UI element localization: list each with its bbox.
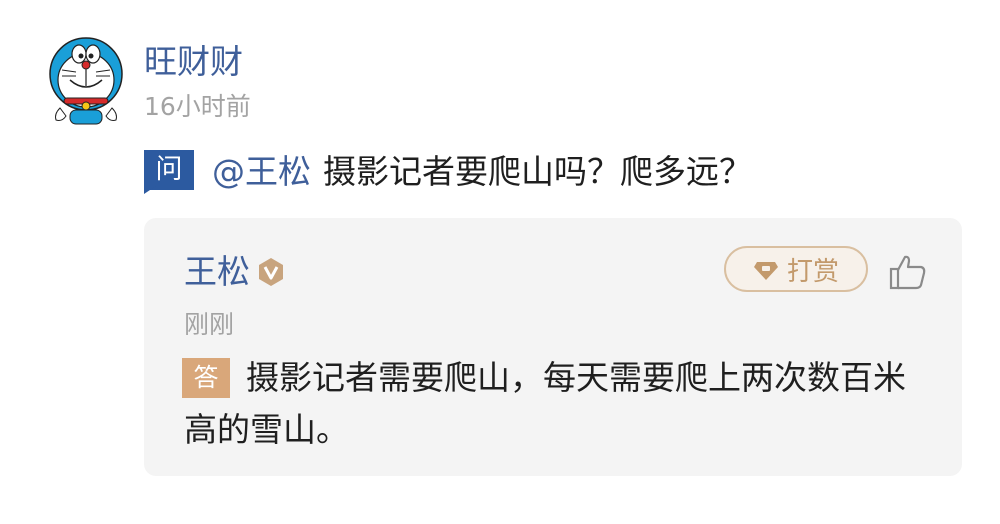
answerer-name[interactable]: 王松 — [184, 248, 250, 296]
answer-card: 王松 打赏 刚刚 答 摄影记者需要爬山，每天需要爬上两次数百米高的雪山。 — [144, 218, 962, 476]
author-name[interactable]: 旺财财 — [144, 38, 243, 86]
answer-time: 刚刚 — [184, 310, 235, 339]
question-badge-label: 问 — [155, 154, 183, 185]
question-mention[interactable]: @王松 — [212, 152, 311, 191]
question-badge: 问 — [144, 150, 196, 194]
answerer-row: 王松 — [184, 248, 286, 296]
question-line: @王松 摄影记者要爬山吗？爬多远？ — [212, 148, 752, 196]
verified-v-icon — [259, 258, 283, 286]
question-text: 摄影记者要爬山吗？爬多远？ — [323, 152, 752, 191]
doraemon-avatar-icon[interactable] — [44, 34, 128, 126]
post-time: 16小时前 — [144, 92, 251, 121]
thumbs-up-icon[interactable] — [888, 252, 928, 292]
tip-button[interactable]: 打赏 — [724, 246, 868, 292]
qa-post: 旺财财 16小时前 问 @王松 摄影记者要爬山吗？爬多远？ 王松 打赏 刚刚 答… — [0, 0, 1000, 524]
tip-label: 打赏 — [786, 256, 839, 287]
gem-icon — [753, 262, 778, 280]
answer-text: 摄影记者需要爬山，每天需要爬上两次数百米高的雪山。 — [184, 358, 906, 449]
